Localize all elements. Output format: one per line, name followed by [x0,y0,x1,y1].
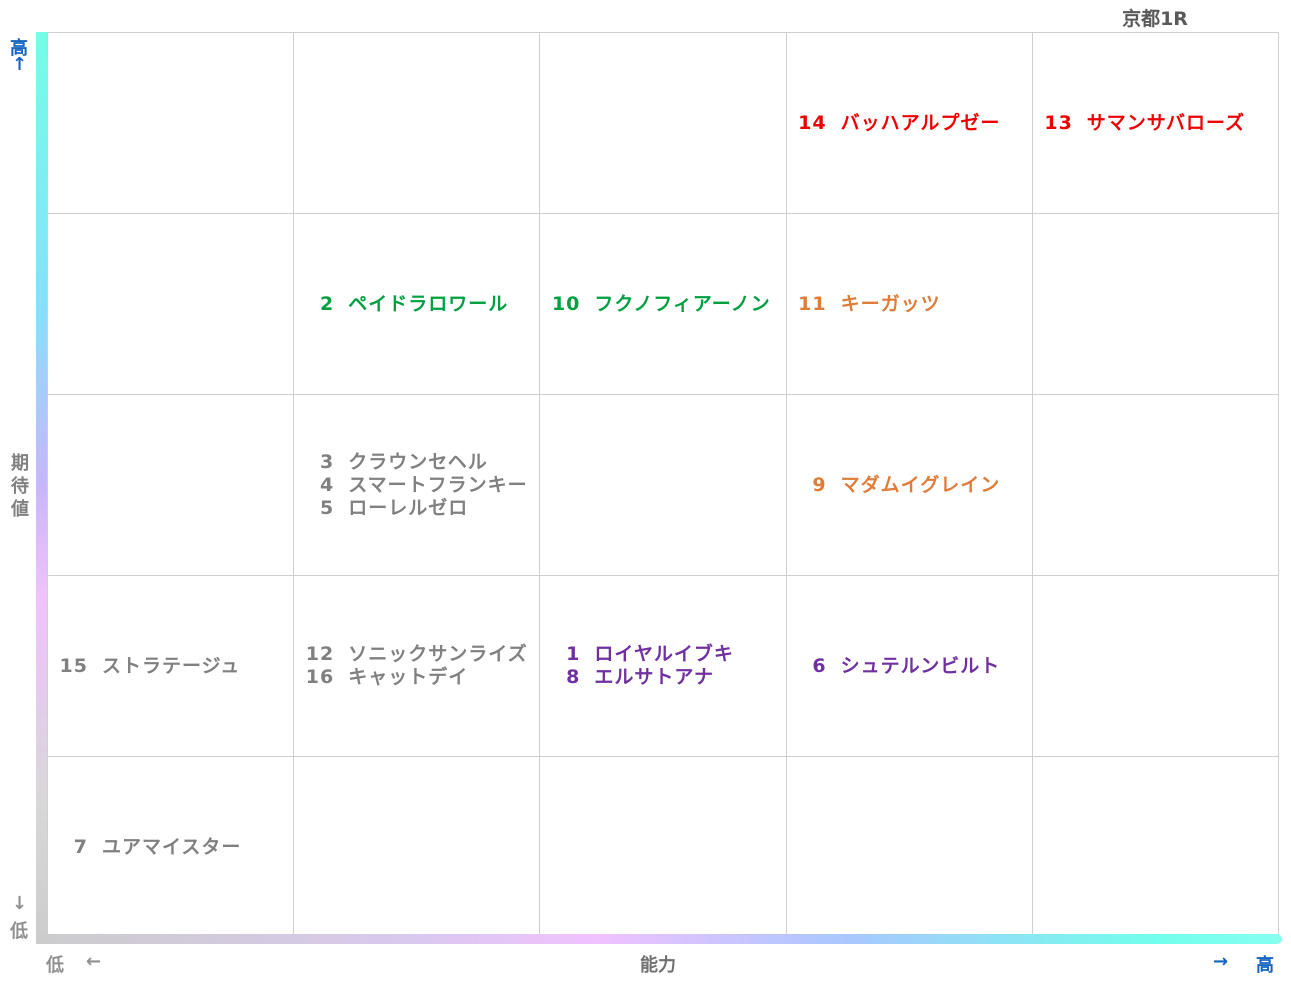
horse-entry: 3 クラウンセヘル [302,451,539,474]
horse-entry: 14 バッハアルプゼー [795,112,1032,135]
grid-cell: 12 ソニックサンライズ 16 キャットデイ [293,576,540,757]
horse-name: スマートフランキー [348,473,528,496]
horse-number: 15 [59,654,88,677]
horse-name: ペイドラロワール [348,292,509,315]
horse-number: 5 [319,496,335,519]
grid-cell: 6 シュテルンビルト [785,576,1032,757]
horse-name: シュテルンビルト [840,654,1001,677]
horse-name: キーガッツ [840,292,941,315]
horse-entry: 13 サマンサバローズ [1041,112,1278,135]
horse-number: 1 [566,643,581,665]
grid-cell [293,33,540,214]
x-axis-high-label: 高 [1256,955,1274,976]
horse-number: 10 [551,292,581,315]
horse-number: 14 [798,111,827,134]
horse-entry: 12 ソニックサンライズ [302,643,539,666]
chart-title: 京都1R [1122,8,1188,30]
horse-name: マダムイグレイン [840,473,1001,496]
horse-entry: 6 シュテルンビルト [795,655,1032,678]
horse-name: ロイヤルイブキ [594,643,734,665]
grid-cell: 13 サマンサバローズ [1031,33,1278,214]
horse-entry: 2 ペイドラロワール [302,293,539,316]
grid-cell: 10 フクノフィアーノン [539,214,786,395]
horse-name: エルサトアナ [594,666,715,688]
y-axis-title: 期待値 [11,453,29,520]
grid-cell [785,757,1032,938]
grid-cell [1031,395,1278,576]
horse-entry: 15 ストラテージュ [56,655,293,678]
grid-cell: 9 マダムイグレイン [785,395,1032,576]
horse-name: バッハアルプゼー [840,111,1001,134]
horse-number: 2 [319,292,335,315]
x-axis-bar [36,934,1282,944]
grid-cell: 3 クラウンセヘル 4 スマートフランキー 5 ローレルゼロ [293,395,540,576]
horse-entry: 11 キーガッツ [795,293,1032,316]
horse-number: 12 [305,643,335,665]
horse-number: 6 [812,654,827,677]
grid-cell [293,757,540,938]
y-axis-bar [36,32,47,942]
x-axis-low-label: 低 [46,955,64,976]
grid-cell [47,395,294,576]
grid-cell: 11 キーガッツ [785,214,1032,395]
horse-entry: 1 ロイヤルイブキ [548,643,785,666]
horse-entry: 8 エルサトアナ [548,666,785,689]
grid-cell [47,33,294,214]
matrix-grid: 14 バッハアルプゼー 13 サマンサバローズ 2 ペイドラロワール 10 フクノフィアーノン… [47,32,1279,938]
horse-number: 3 [319,450,335,473]
horse-name: ユアマイスター [102,835,242,858]
horse-entry: 4 スマートフランキー [302,474,539,497]
horse-name: ストラテージュ [102,654,241,677]
horse-number: 9 [812,473,827,496]
grid-cell [539,757,786,938]
horse-number: 16 [305,666,335,688]
grid-cell [539,395,786,576]
plot-area: 14 バッハアルプゼー 13 サマンサバローズ 2 ペイドラロワール 10 フクノフィアーノン… [47,32,1279,938]
grid-cell [1031,576,1278,757]
horse-name: サマンサバローズ [1086,111,1246,134]
horse-number: 4 [319,473,335,496]
horse-entry: 5 ローレルゼロ [302,497,539,520]
horse-name: クラウンセヘル [348,450,488,473]
grid-cell: 15 ストラテージュ [47,576,294,757]
grid-cell: 2 ペイドラロワール [293,214,540,395]
horse-entry: 10 フクノフィアーノン [548,293,785,316]
grid-cell: 14 バッハアルプゼー [785,33,1032,214]
grid-cell: 7 ユアマイスター [47,757,294,938]
horse-entry: 16 キャットデイ [302,666,539,689]
grid-cell [1031,757,1278,938]
horse-name: フクノフィアーノン [594,292,771,315]
horse-name: ローレルゼロ [348,496,469,519]
up-arrow-icon: ↑ [12,54,28,75]
x-axis-title: 能力 [640,955,676,976]
y-axis-low-label: 低 [10,921,28,942]
horse-name: ソニックサンライズ [348,643,528,665]
down-arrow-icon: ↓ [12,893,28,914]
left-arrow-icon: ← [86,951,102,972]
horse-number: 13 [1044,111,1073,134]
grid-cell [539,33,786,214]
horse-number: 7 [73,835,88,858]
grid-cell [47,214,294,395]
horse-entry: 9 マダムイグレイン [795,474,1032,497]
horse-entry: 7 ユアマイスター [56,836,293,859]
grid-cell: 1 ロイヤルイブキ 8 エルサトアナ [539,576,786,757]
right-arrow-icon: → [1213,951,1229,972]
horse-name: キャットデイ [348,666,469,688]
horse-number: 11 [798,292,827,315]
grid-cell [1031,214,1278,395]
horse-number: 8 [566,666,581,688]
